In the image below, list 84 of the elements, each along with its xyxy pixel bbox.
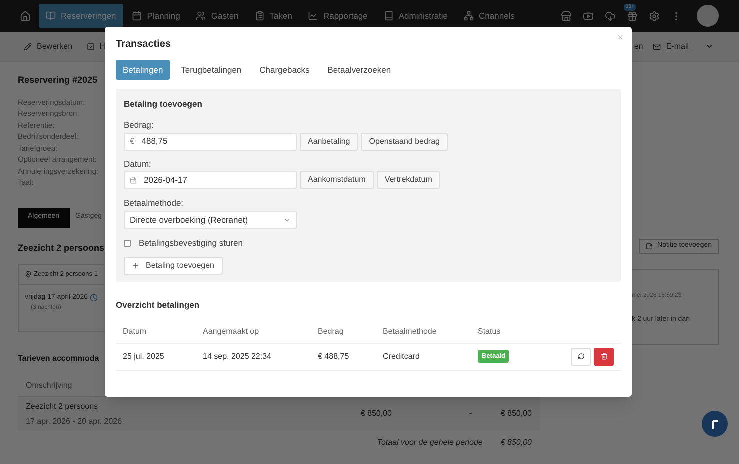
tab[interactable]: Chargebacks xyxy=(252,60,317,80)
table-cell-text: - xyxy=(468,408,472,420)
nav-item[interactable]: Rapportage xyxy=(301,4,375,28)
table-cell-text: Zeezicht 2 persoons xyxy=(26,400,100,412)
column-header: Bedrag xyxy=(318,326,345,338)
date-preset-button[interactable]: Vertrekdatum xyxy=(376,171,440,190)
table-cell-text: 14 sep. 2025 22:34 xyxy=(203,350,273,362)
toolbar-button[interactable]: Bewerken xyxy=(24,40,73,52)
nav-item[interactable]: Administratie xyxy=(376,4,456,28)
field-label: Betaalmethode: xyxy=(124,197,185,210)
chat-logo-icon xyxy=(711,419,719,429)
refresh-icon xyxy=(578,353,584,360)
close-icon[interactable] xyxy=(617,34,624,41)
checkbox-label: Betalingsbevestiging sturen xyxy=(139,237,243,250)
avatar[interactable] xyxy=(697,5,719,27)
table-cell-text: € 850,00 xyxy=(500,408,532,420)
line-chart-icon xyxy=(308,11,318,21)
caret-icon[interactable] xyxy=(705,42,714,51)
nav-item[interactable]: Gasten xyxy=(189,4,246,28)
toolbar-button[interactable]: en xyxy=(634,40,644,52)
currency-prefix: € xyxy=(130,135,135,148)
plus-icon xyxy=(132,262,140,270)
clock-icon xyxy=(90,294,98,302)
pencil-icon xyxy=(24,42,32,50)
add-payment-button[interactable]: Betaling toevoegen xyxy=(124,256,222,275)
dialog-title: Transacties xyxy=(116,38,172,52)
note-icon xyxy=(646,243,653,250)
field-label: Bedrag: xyxy=(124,118,155,132)
amount-preset-button[interactable]: Aanbetaling xyxy=(300,132,358,150)
table-cell-text: € 850,00 xyxy=(360,408,392,420)
tab[interactable]: Betalingen xyxy=(116,60,170,80)
toolbar-button[interactable]: E-mail xyxy=(653,40,689,52)
book-icon xyxy=(384,11,394,21)
chat-button[interactable] xyxy=(702,411,728,437)
nav-item[interactable]: Reserveringen xyxy=(39,4,124,28)
nav-item[interactable]: Taken xyxy=(248,4,300,28)
mail-icon xyxy=(653,42,662,50)
total-value: € 850,00 xyxy=(500,437,532,449)
cloud-download-icon[interactable] xyxy=(605,10,616,22)
column-header: Status xyxy=(478,326,502,338)
date-value: 2026-04-17 xyxy=(144,174,188,187)
checkbox-icon xyxy=(86,42,95,50)
checkbox[interactable] xyxy=(124,240,131,247)
column-header: Aangemaakt op xyxy=(203,326,260,338)
gift-icon[interactable] xyxy=(627,10,638,22)
clipboard-icon xyxy=(254,11,265,21)
chevron-icon xyxy=(284,216,291,224)
map-pin-icon xyxy=(25,271,32,278)
date-preset-button[interactable]: Aankomstdatum xyxy=(300,171,374,190)
people-icon xyxy=(196,11,206,21)
trash-icon xyxy=(600,353,608,360)
amount-value: 488,75 xyxy=(142,135,168,148)
section-title: Tarieven accommoda xyxy=(18,353,100,365)
total-label: Totaal voor de gehele periode xyxy=(377,437,483,449)
column-header: Datum xyxy=(123,326,148,338)
refresh-button[interactable] xyxy=(571,348,591,366)
table-cell-text: € 488,75 xyxy=(318,350,350,362)
date-input[interactable]: 2026-04-17 xyxy=(124,171,297,190)
delete-button[interactable] xyxy=(594,348,614,366)
nav-item[interactable]: Channels xyxy=(457,4,522,28)
form-title: Betaling toevoegen xyxy=(124,98,204,111)
field-label: Datum: xyxy=(124,158,152,170)
book-icon xyxy=(46,11,56,21)
tab[interactable]: Betaalverzoeken xyxy=(320,60,398,80)
calendar-icon xyxy=(132,11,142,21)
table-cell-text: Creditcard xyxy=(383,350,421,362)
amount-preset-button[interactable]: Openstaand bedrag xyxy=(361,132,448,150)
settings-icon[interactable] xyxy=(649,10,660,22)
network-icon xyxy=(464,11,474,21)
home-icon[interactable] xyxy=(20,10,31,22)
amount-input[interactable]: € 488,75 xyxy=(124,132,297,150)
section-title: Zeezicht 2 persoons xyxy=(18,242,105,255)
column-header: Omschrijving xyxy=(26,380,72,392)
tab[interactable]: Terugbetalingen xyxy=(174,60,249,80)
calendar-icon xyxy=(130,176,137,184)
payment-method-select[interactable]: Directe overboeking (Recranet) xyxy=(124,211,297,229)
table-cell-text: 17 apr. 2026 - 20 apr. 2026 xyxy=(26,416,124,428)
table-cell-text: 25 jul. 2025 xyxy=(123,350,166,362)
video-icon[interactable] xyxy=(583,10,594,22)
shop-icon[interactable] xyxy=(561,10,572,22)
section-title: Overzicht betalingen xyxy=(116,298,201,312)
column-header: Betaalmethode xyxy=(383,326,438,338)
toolbar-button[interactable]: H xyxy=(86,40,106,52)
reservation-title: Reservering #2025 xyxy=(18,74,98,87)
